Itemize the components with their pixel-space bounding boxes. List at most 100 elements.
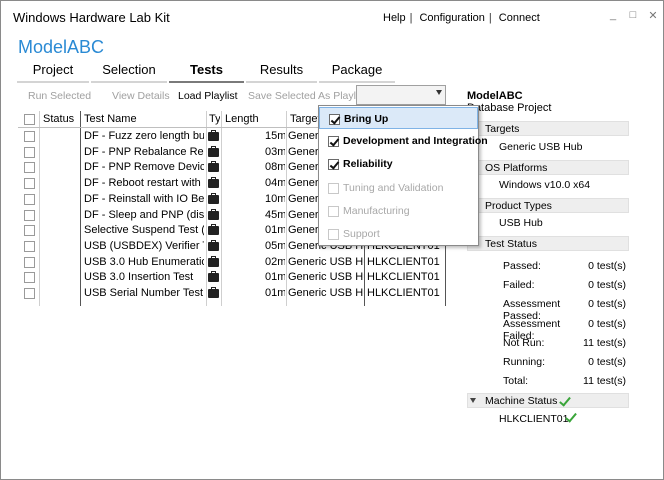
playlist-option[interactable]: Development and Integration xyxy=(319,130,488,152)
briefcase-icon xyxy=(208,271,219,283)
briefcase-icon xyxy=(208,255,219,267)
stat-value: 11 test(s) xyxy=(583,375,626,388)
targets-section[interactable]: Targets xyxy=(467,121,629,136)
stat-value: 0 test(s) xyxy=(588,260,626,272)
row-checkbox[interactable] xyxy=(24,240,35,252)
test-machine: HLKCLIENT01 xyxy=(367,287,440,299)
window-controls: _ □ ✕ xyxy=(607,9,659,22)
row-checkbox[interactable] xyxy=(24,256,35,268)
playlist-option[interactable]: Reliability xyxy=(319,153,478,175)
product-types-section[interactable]: Product Types xyxy=(467,198,629,213)
briefcase-icon xyxy=(208,161,219,173)
column-header-status[interactable]: Status xyxy=(43,113,79,125)
test-length: 15m xyxy=(265,130,285,142)
row-checkbox[interactable] xyxy=(24,225,35,237)
briefcase-icon xyxy=(208,208,219,220)
playlist-option[interactable]: Manufacturing xyxy=(319,200,478,222)
playlist-option-checkbox[interactable] xyxy=(328,159,339,171)
briefcase-icon xyxy=(208,239,219,251)
tab-tests[interactable]: Tests xyxy=(169,61,244,83)
test-name: USB 3.0 Hub Enumeration xyxy=(84,255,204,268)
machine-status-label: Machine Status xyxy=(485,395,558,407)
test-length: 45m xyxy=(265,208,285,221)
view-details-button[interactable]: View Details xyxy=(112,90,170,102)
load-playlist-button[interactable]: Load Playlist xyxy=(178,90,238,102)
tab-selection[interactable]: Selection xyxy=(91,61,167,83)
stat-value: 11 test(s) xyxy=(583,336,626,349)
row-checkbox[interactable] xyxy=(24,272,35,284)
collapse-icon[interactable] xyxy=(470,398,476,403)
stat-value: 0 test(s) xyxy=(588,298,626,311)
test-length: 01m xyxy=(265,224,285,237)
test-length: 02m xyxy=(265,255,285,268)
playlist-option-label: Tuning and Validation xyxy=(343,181,444,194)
column-header-length[interactable]: Length xyxy=(225,113,285,125)
briefcase-icon xyxy=(208,287,219,298)
test-length: 03m xyxy=(265,145,285,158)
playlist-option-checkbox[interactable] xyxy=(328,205,339,217)
playlist-option[interactable]: Bring Up xyxy=(319,107,478,129)
maximize-icon[interactable]: □ xyxy=(627,9,639,22)
test-name: DF - Reinstall with IO Befo xyxy=(84,192,204,205)
test-status-section[interactable]: Test Status xyxy=(467,236,629,251)
briefcase-icon xyxy=(208,145,219,157)
row-checkbox[interactable] xyxy=(24,178,35,190)
playlist-option[interactable]: Tuning and Validation xyxy=(319,177,478,199)
row-checkbox[interactable] xyxy=(24,162,35,174)
row-checkbox[interactable] xyxy=(24,193,35,205)
os-platforms-section[interactable]: OS Platforms xyxy=(467,160,629,175)
details-subtitle: Database Project xyxy=(467,102,552,114)
machine-name: HLKCLIENT01 xyxy=(499,413,569,425)
row-checkbox[interactable] xyxy=(24,288,35,299)
title-bar: Windows Hardware Lab Kit Help | Configur… xyxy=(1,1,663,31)
playlist-option-label: Manufacturing xyxy=(343,204,410,217)
test-name: DF - Reboot restart with I xyxy=(84,177,204,190)
playlist-option-checkbox[interactable] xyxy=(328,182,339,194)
row-checkbox[interactable] xyxy=(24,146,35,158)
details-title: ModelABC xyxy=(467,90,523,102)
link-separator: | xyxy=(409,12,413,24)
playlist-option-checkbox[interactable] xyxy=(328,229,339,240)
targets-value: Generic USB Hub xyxy=(499,141,583,153)
row-checkbox[interactable] xyxy=(24,131,35,142)
help-link[interactable]: Help xyxy=(383,12,406,24)
column-header-test-name[interactable]: Test Name xyxy=(84,113,204,125)
playlist-option-checkbox[interactable] xyxy=(329,114,340,125)
table-row[interactable]: USB 3.0 Hub Enumeration 02m Generic USB Hu… xyxy=(18,255,447,271)
test-name: Selective Suspend Test (X xyxy=(84,224,204,237)
os-platforms-value: Windows v10.0 x64 xyxy=(499,179,591,191)
save-playlist-button[interactable]: Save Selected As Playlist xyxy=(248,90,366,102)
test-name: DF - Sleep and PNP (disal xyxy=(84,208,204,221)
row-checkbox[interactable] xyxy=(24,209,35,221)
close-icon[interactable]: ✕ xyxy=(647,9,659,22)
test-target: Generic USB Hu xyxy=(288,271,364,284)
briefcase-icon xyxy=(208,130,219,141)
minimize-icon[interactable]: _ xyxy=(607,9,619,22)
test-target: Generic USB Hu xyxy=(288,255,364,268)
test-name: DF - PNP Rebalance Requ xyxy=(84,145,204,158)
machine-status-section[interactable]: Machine Status xyxy=(467,393,629,408)
playlist-option-checkbox[interactable] xyxy=(328,136,339,148)
connect-link[interactable]: Connect xyxy=(499,12,540,24)
playlist-option-label: Support xyxy=(343,228,380,240)
playlist-combo[interactable] xyxy=(356,85,446,105)
test-name: DF - Fuzz zero length buf xyxy=(84,130,204,142)
chevron-down-icon[interactable] xyxy=(436,90,442,95)
table-row[interactable]: USB Serial Number Test 01m Generic USB Hu H… xyxy=(18,286,447,302)
project-name: ModelABC xyxy=(18,37,105,57)
column-header-type[interactable]: Ty xyxy=(209,113,220,125)
tab-results[interactable]: Results xyxy=(246,61,317,83)
briefcase-icon xyxy=(208,224,219,236)
test-name: USB (USBDEX) Verifier Tes xyxy=(84,239,204,252)
tab-project[interactable]: Project xyxy=(17,61,89,83)
briefcase-icon xyxy=(208,177,219,189)
test-name: DF - PNP Remove Device xyxy=(84,161,204,174)
select-all-checkbox[interactable] xyxy=(24,114,35,125)
tab-package[interactable]: Package xyxy=(319,61,395,83)
os-platforms-label: OS Platforms xyxy=(485,162,548,174)
test-length: 08m xyxy=(265,161,285,174)
playlist-option[interactable]: Support xyxy=(319,223,478,245)
configuration-link[interactable]: Configuration xyxy=(419,12,484,24)
table-row[interactable]: USB 3.0 Insertion Test 01m Generic USB Hu H… xyxy=(18,270,447,286)
run-selected-button[interactable]: Run Selected xyxy=(28,90,91,102)
